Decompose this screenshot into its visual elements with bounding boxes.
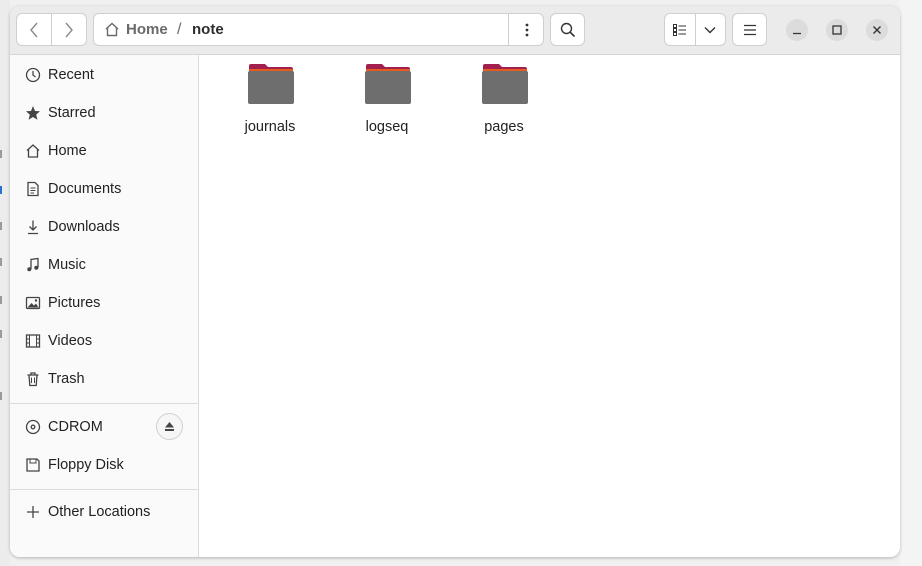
sidebar-item-label: Starred: [48, 105, 96, 121]
sidebar-item-videos[interactable]: Videos: [10, 323, 198, 359]
search-icon: [560, 22, 575, 37]
sidebar-item-documents[interactable]: Documents: [10, 171, 198, 207]
sidebar-item-recent[interactable]: Recent: [10, 57, 198, 93]
sidebar-item-starred[interactable]: Starred: [10, 95, 198, 131]
vertical-dots-icon: [525, 23, 528, 36]
close-icon: [873, 26, 881, 34]
path-current-folder[interactable]: note: [192, 14, 224, 45]
sidebar-item-home[interactable]: Home: [10, 133, 198, 169]
star-icon: [24, 104, 42, 122]
search-button[interactable]: [550, 13, 585, 46]
sidebar-item-other-locations[interactable]: Other Locations: [10, 494, 198, 530]
sidebar-separator: [10, 403, 198, 404]
sidebar-item-floppy-disk[interactable]: Floppy Disk: [10, 447, 198, 483]
main-menu-button[interactable]: [732, 13, 767, 46]
desktop-mark: [0, 258, 5, 266]
chevron-down-icon: [704, 26, 716, 33]
picture-icon: [24, 294, 42, 312]
sidebar-item-label: Documents: [48, 181, 122, 197]
sidebar-item-label: Downloads: [48, 219, 120, 235]
floppy-icon: [24, 456, 42, 474]
close-button[interactable]: [866, 19, 888, 41]
back-button[interactable]: [17, 14, 51, 45]
desktop-mark: [0, 222, 5, 230]
list-view-button[interactable]: [665, 14, 695, 45]
chevron-left-icon: [30, 22, 38, 37]
sidebar-item-cdrom[interactable]: CDROM: [10, 409, 198, 445]
maximize-button[interactable]: [826, 19, 848, 41]
sidebar-item-label: Recent: [48, 67, 94, 83]
minimize-button[interactable]: [786, 19, 808, 41]
folder-item[interactable]: pages: [459, 63, 549, 143]
sidebar-item-label: Other Locations: [48, 504, 151, 520]
sidebar-item-label: Pictures: [48, 295, 101, 311]
eject-icon: [165, 422, 174, 431]
music-icon: [24, 256, 42, 274]
sidebar-item-downloads[interactable]: Downloads: [10, 209, 198, 245]
desktop-mark: [0, 330, 5, 338]
sidebar-item-pictures[interactable]: Pictures: [10, 285, 198, 321]
desktop-mark: [0, 392, 5, 400]
file-view: journals logseq pages: [199, 55, 900, 557]
desktop-left-edge: [0, 0, 10, 566]
sidebar-item-label: Music: [48, 257, 86, 273]
list-view-icon: [672, 23, 686, 36]
folder-name: journals: [244, 119, 296, 135]
navigation-buttons: [16, 13, 87, 46]
desktop-mark: [0, 186, 5, 194]
video-icon: [24, 332, 42, 350]
home-icon: [105, 22, 119, 37]
sidebar-item-label: Trash: [48, 371, 85, 387]
view-toggle-group: [664, 13, 726, 46]
sidebar-item-label: Home: [48, 143, 87, 159]
sidebar-item-trash[interactable]: Trash: [10, 361, 198, 397]
forward-button[interactable]: [51, 14, 86, 45]
sidebar-separator: [10, 489, 198, 490]
document-icon: [24, 180, 42, 198]
plus-icon: [24, 503, 42, 521]
sidebar-item-music[interactable]: Music: [10, 247, 198, 283]
folder-icon: [248, 64, 294, 104]
folder-icon: [482, 64, 528, 104]
desktop-mark: [0, 296, 5, 304]
disc-icon: [24, 418, 42, 436]
eject-button[interactable]: [156, 413, 183, 440]
home-icon: [24, 142, 42, 160]
clock-icon: [24, 66, 42, 84]
folder-name: pages: [484, 119, 524, 135]
folder-item[interactable]: journals: [225, 63, 315, 143]
trash-icon: [24, 370, 42, 388]
folder-icon: [365, 64, 411, 104]
path-separator: /: [177, 20, 182, 38]
path-menu-button[interactable]: [508, 14, 544, 45]
folder-name: logseq: [365, 119, 409, 135]
desktop-mark: [0, 150, 5, 158]
folder-item[interactable]: logseq: [342, 63, 432, 143]
sidebar-item-label: Floppy Disk: [48, 457, 124, 473]
desktop-right-edge: [900, 0, 922, 566]
minimize-icon: [793, 32, 801, 35]
maximize-icon: [832, 25, 842, 35]
sidebar-item-label: CDROM: [48, 419, 103, 435]
path-home-button[interactable]: Home: [104, 14, 168, 45]
header-bar: Home / note: [10, 6, 900, 55]
file-manager-window: Home / note Recent Starred Home Document…: [10, 6, 900, 557]
sidebar-item-label: Videos: [48, 333, 93, 349]
download-icon: [24, 218, 42, 236]
hamburger-icon: [743, 24, 756, 35]
path-bar: Home / note: [93, 13, 544, 46]
path-home-label: Home: [126, 21, 168, 38]
chevron-right-icon: [65, 22, 73, 37]
sidebar: Recent Starred Home Documents Downloads …: [10, 55, 199, 557]
view-options-button[interactable]: [694, 14, 726, 45]
